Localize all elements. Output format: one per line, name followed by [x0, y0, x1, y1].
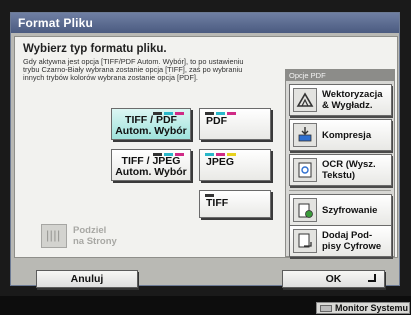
split-line1: Podziel	[73, 225, 107, 236]
encrypt-icon	[293, 198, 317, 222]
tiff-button[interactable]: TIFF	[199, 190, 271, 218]
encryption-label: Szyfrowanie	[322, 205, 378, 216]
vectorize-smooth-button[interactable]: Wektoryzacja & Wygładz.	[289, 84, 392, 116]
monitor-icon	[320, 305, 332, 312]
ok-button[interactable]: OK	[282, 270, 385, 288]
pdf-options-panel: Opcje PDF Wektoryzacja & Wygładz. Kompre…	[285, 69, 395, 257]
ocr-icon	[293, 158, 317, 182]
pdf-options-title: Opcje PDF	[286, 70, 394, 81]
system-monitor-button[interactable]: Monitor Systemu	[316, 302, 410, 314]
tiff-label: TIFF	[206, 197, 229, 209]
pdf-button[interactable]: PDF	[199, 108, 271, 140]
ok-label: OK	[325, 273, 342, 285]
vectorize-icon	[293, 88, 317, 112]
info-line: innych trybów kolorów wybrana zostanie o…	[23, 73, 198, 83]
instruction-heading: Wybierz typ formatu pliku.	[23, 43, 167, 55]
options-divider	[289, 190, 391, 191]
vectorize-line1: Wektoryzacja	[322, 89, 383, 100]
add-digital-signatures-button[interactable]: Dodaj Pod- pisy Cyfrowe	[289, 225, 392, 257]
tiff-pdf-auto-button[interactable]: TIFF / PDF Autom. Wybór	[111, 108, 191, 140]
compression-button[interactable]: Kompresja	[289, 119, 392, 151]
tiff-jpeg-auto-button[interactable]: TIFF / JPEG Autom. Wybór	[111, 149, 191, 181]
ocr-line2: Tekstu)	[322, 170, 356, 181]
compress-icon	[293, 123, 317, 147]
jpeg-button[interactable]: JPEG	[199, 149, 271, 181]
signature-icon	[293, 229, 317, 253]
split-pages-icon	[41, 224, 67, 248]
split-pages-button[interactable]: Podziel na Strony	[41, 222, 133, 256]
instruction-text: Gdy aktywna jest opcja [TIFF/PDF Autom. …	[23, 57, 295, 83]
ocr-search-text-button[interactable]: OCR (Wysz. Tekstu)	[289, 154, 392, 186]
tiff-pdf-line2: Autom. Wybór	[115, 125, 187, 137]
enter-arrow-icon	[368, 274, 376, 282]
compression-label: Kompresja	[322, 130, 372, 141]
vectorize-line2: & Wygładz.	[322, 100, 373, 111]
cancel-button[interactable]: Anuluj	[36, 270, 138, 288]
format-dialog: Format Pliku Wybierz typ formatu pliku. …	[10, 12, 400, 288]
signature-line2: pisy Cyfrowe	[322, 241, 382, 252]
tiff-jpeg-line2: Autom. Wybór	[115, 166, 187, 178]
dialog-title: Format Pliku	[11, 13, 399, 33]
encryption-button[interactable]: Szyfrowanie	[289, 194, 392, 226]
signature-line1: Dodaj Pod-	[322, 230, 373, 241]
jpeg-label: JPEG	[206, 156, 235, 168]
pdf-label: PDF	[206, 115, 227, 127]
dialog-content: Wybierz typ formatu pliku. Gdy aktywna j…	[14, 36, 398, 258]
system-monitor-label: Monitor Systemu	[335, 303, 409, 313]
split-line2: na Strony	[73, 236, 117, 247]
ocr-line1: OCR (Wysz.	[322, 159, 376, 170]
